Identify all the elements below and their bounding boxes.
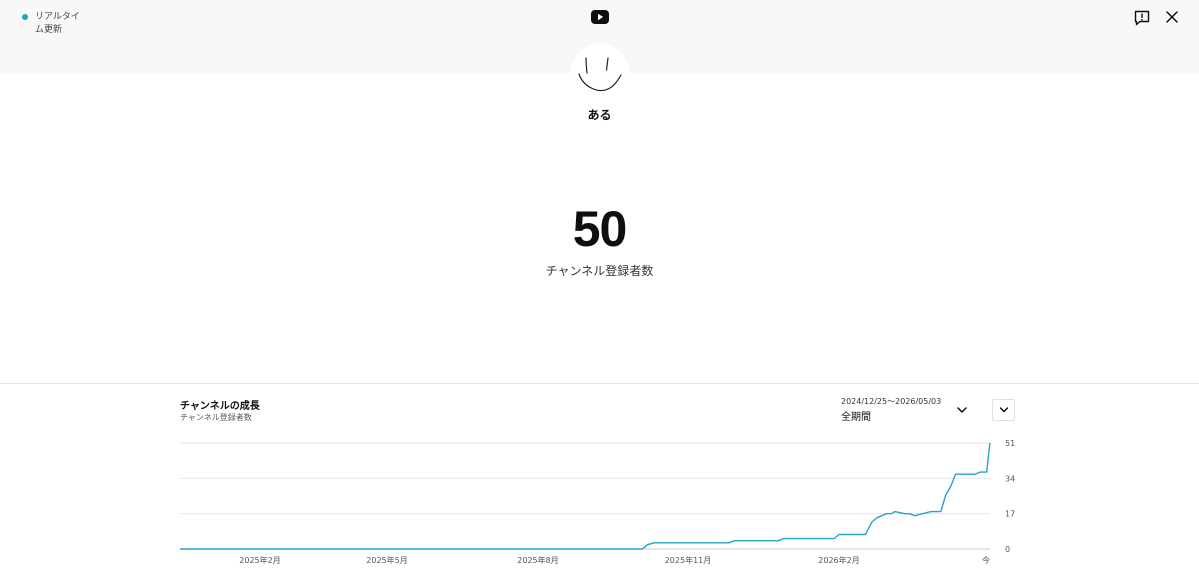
close-icon[interactable]: [1164, 9, 1180, 25]
expand-chart-button[interactable]: [992, 399, 1015, 421]
x-tick-label: 2025年2月: [239, 555, 280, 565]
x-tick-label: 2025年11月: [665, 555, 712, 565]
channel-name: ある: [587, 108, 612, 122]
subscriber-series-line: [180, 442, 991, 550]
x-tick-label: 2025年8月: [517, 555, 558, 565]
live-status: リアルタイム更新: [22, 11, 81, 37]
y-tick-label: 0: [1005, 545, 1010, 554]
x-tick-label: 2025年5月: [366, 555, 407, 565]
y-tick-label: 34: [1005, 474, 1015, 483]
subscriber-growth-chart: 0 17 34 51 2025年2月 2025年5月 2025年8月 2025年11月 2026…: [180, 439, 1015, 565]
youtube-logo-icon: [591, 10, 609, 24]
live-status-text: リアルタイム更新: [35, 12, 80, 35]
subscriber-count: 50: [572, 201, 628, 257]
chevron-down-icon[interactable]: [955, 403, 969, 417]
period-selector-label[interactable]: 全期間: [841, 408, 871, 423]
growth-section-subtitle: チャンネル登録者数: [180, 413, 252, 422]
section-divider: [0, 383, 1199, 384]
smiley-face-avatar: [578, 57, 622, 92]
date-range-text: 2024/12/25〜2026/05/03: [841, 397, 942, 406]
feedback-icon[interactable]: [1133, 9, 1151, 27]
x-tick-label: 今: [982, 555, 990, 565]
y-tick-label: 51: [1005, 439, 1015, 448]
growth-section-title: チャンネルの成長: [180, 401, 260, 412]
subscriber-count-label: チャンネル登録者数: [545, 264, 654, 278]
live-indicator-dot: [22, 14, 28, 20]
x-tick-label: 2026年2月: [818, 555, 859, 565]
avatar: [570, 44, 630, 104]
chevron-down-icon: [999, 407, 1008, 413]
y-tick-label: 17: [1005, 510, 1015, 519]
